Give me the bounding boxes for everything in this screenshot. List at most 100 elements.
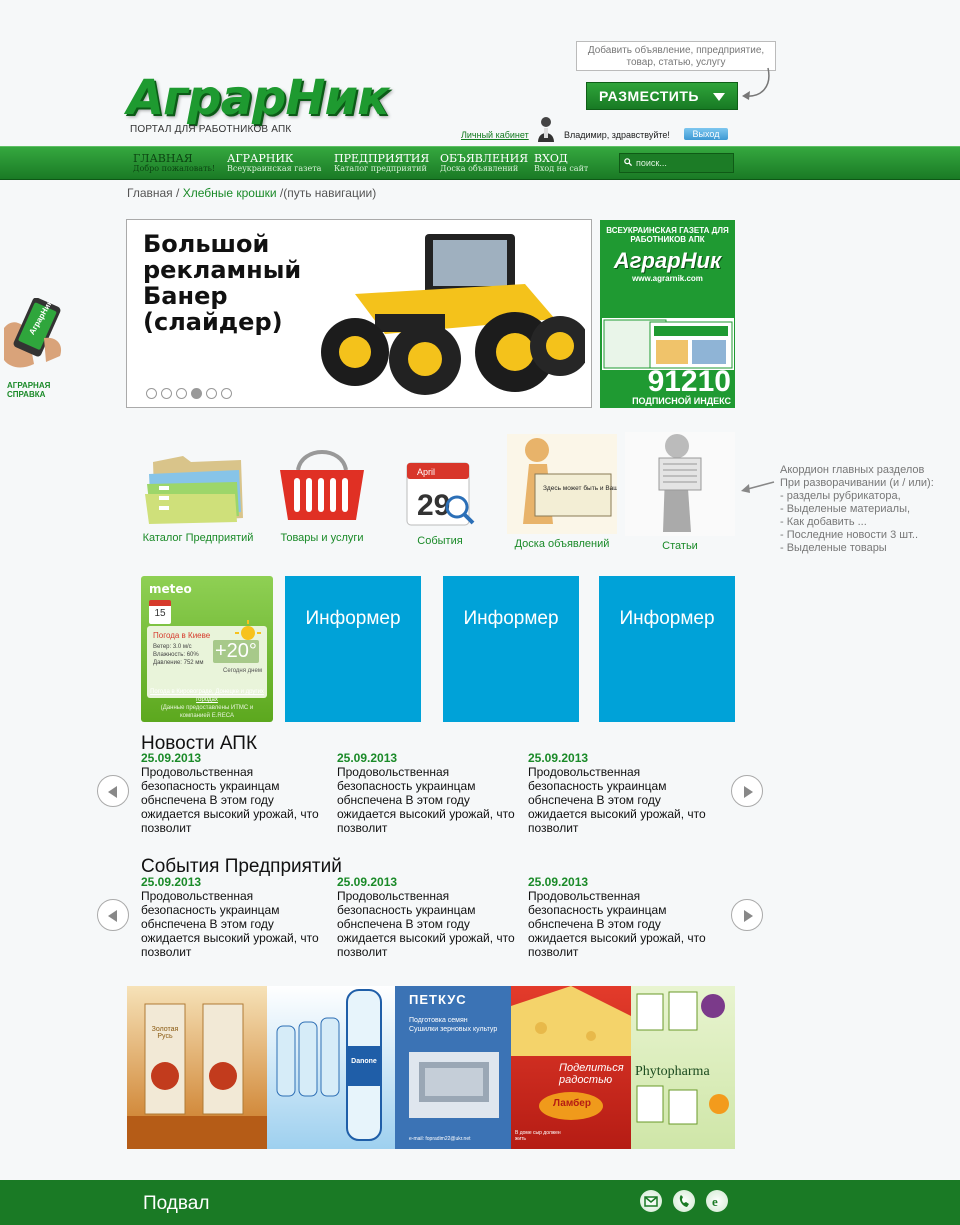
help-label[interactable]: АГРАРНАЯ СПРАВКА	[7, 381, 50, 399]
news-text: Продовольственная безопасность украинцам…	[337, 765, 515, 835]
news-text: Продовольственная безопасность украинцам…	[141, 765, 319, 835]
nav-item-title: ВХОД	[534, 152, 568, 165]
slider-dot[interactable]	[191, 388, 202, 399]
meteo-links[interactable]: Погода в Кировограде, Донецке и других г…	[145, 688, 269, 720]
nav-item-title: ПРЕДПРИЯТИЯ	[334, 152, 430, 165]
ad-lamber-brand: Ламбер	[553, 1098, 591, 1109]
ad-lamber[interactable]: Поделиться радостью Ламбер В доме сыр до…	[511, 986, 631, 1149]
meteo-city[interactable]: Погода в Киеве	[153, 631, 210, 640]
mail-icon[interactable]	[640, 1190, 662, 1212]
board-icon: Здесь может быть и Ваше Объявление	[507, 434, 617, 534]
ad-petkus-subtitle: Подготовка семян Сушилки зерновых культу…	[409, 1017, 498, 1033]
section-events[interactable]: April 29 События	[384, 455, 496, 547]
ad-petkus[interactable]: ПЕТКУС Подготовка семян Сушилки зерновых…	[395, 986, 511, 1149]
informer-3[interactable]: Информер	[599, 576, 735, 722]
breadcrumb-crumbs[interactable]: Хлебные крошки	[183, 186, 277, 200]
annotation-arrow-icon	[741, 481, 775, 493]
main-nav: ГЛАВНАЯ Добро пожаловать! АГРАРНИК Всеук…	[0, 146, 960, 180]
news-item[interactable]: 25.09.2013 Продовольственная безопасност…	[141, 751, 321, 835]
phone-icon[interactable]	[673, 1190, 695, 1212]
news-next-button[interactable]	[731, 775, 763, 807]
ad-danone-label: Danone	[351, 1058, 377, 1065]
events-prev-button[interactable]	[97, 899, 129, 931]
section-articles[interactable]: Статьи	[625, 432, 735, 552]
event-item[interactable]: 25.09.2013 Продовольственная безопасност…	[337, 875, 517, 959]
help-phone-icon[interactable]: АграрНик	[4, 298, 74, 370]
event-text: Продовольственная безопасность украинцам…	[337, 889, 515, 959]
site-logo[interactable]: АграрНик	[127, 70, 390, 126]
nav-item-subtitle: Доска объявлений	[440, 164, 519, 173]
slider-dots	[146, 388, 232, 399]
nav-item-subtitle: Каталог предприятий	[334, 164, 427, 173]
meteo-details: Ветер: 3.0 м/с Влажность: 60% Давление: …	[153, 644, 204, 666]
nav-item-home[interactable]: ГЛАВНАЯ Добро пожаловать!	[133, 153, 215, 174]
help-label-line1: АГРАРНАЯ	[7, 381, 51, 390]
ad-phytopharma-label: Phytopharma	[635, 1064, 710, 1079]
user-avatar	[538, 117, 554, 142]
news-prev-button[interactable]	[97, 775, 129, 807]
newspaper-stack-image	[602, 318, 734, 370]
search-input[interactable]: поиск...	[619, 153, 734, 173]
slider-dot[interactable]	[206, 388, 217, 399]
browser-icon[interactable]: e	[706, 1190, 728, 1212]
banner-slider[interactable]: Большой рекламный Банер (слайдер)	[126, 219, 592, 408]
newspaper-ad-heading: ВСЕУКРАИНСКАЯ ГАЗЕТА ДЛЯ РАБОТНИКОВ АПК	[606, 226, 729, 244]
banner-text: Большой рекламный Банер (слайдер)	[143, 230, 302, 336]
news-item[interactable]: 25.09.2013 Продовольственная безопасност…	[528, 751, 708, 835]
ad-lamber-slogan: Поделиться радостью	[559, 1062, 624, 1086]
newspaper-ad-brand: АграрНик	[613, 248, 722, 273]
news-date: 25.09.2013	[528, 751, 589, 765]
section-goods[interactable]: Товары и услуги	[263, 442, 381, 544]
section-label: Статьи	[662, 540, 698, 552]
slider-dot[interactable]	[221, 388, 232, 399]
informer-1[interactable]: Информер	[285, 576, 421, 722]
weather-widget[interactable]: meteo 15 Погода в Киеве Ветер: 3.0 м/с В…	[141, 576, 273, 722]
section-label: Каталог Предприятий	[142, 532, 254, 544]
folders-icon	[145, 456, 243, 524]
news-date: 25.09.2013	[337, 751, 398, 765]
nav-item-subtitle: Добро пожаловать!	[133, 164, 216, 173]
breadcrumb-home[interactable]: Главная	[127, 186, 173, 200]
nav-item-agrarnik[interactable]: АГРАРНИК Всеукраинская газета	[227, 153, 321, 174]
help-label-line2: СПРАВКА	[7, 390, 46, 399]
meteo-cities-link[interactable]: Погода в Кировограде, Донецке и других г…	[145, 688, 269, 704]
event-text: Продовольственная безопасность украинцам…	[141, 889, 319, 959]
logout-button[interactable]: Выход	[684, 128, 728, 140]
yogurt-bottles-image	[276, 989, 382, 1141]
ad-petkus-title: ПЕТКУС	[409, 992, 467, 1007]
section-board[interactable]: Здесь может быть и Ваше Объявление Доска…	[503, 434, 621, 550]
events-next-button[interactable]	[731, 899, 763, 931]
nav-item-title: ОБЪЯВЛЕНИЯ	[440, 152, 529, 165]
slider-dot[interactable]	[176, 388, 187, 399]
newspaper-ad[interactable]: ВСЕУКРАИНСКАЯ ГАЗЕТА ДЛЯ РАБОТНИКОВ АПК …	[600, 220, 735, 408]
ad-danone[interactable]: Danone	[267, 986, 395, 1149]
ad-phytopharma[interactable]: Phytopharma	[631, 986, 735, 1149]
search-placeholder: поиск...	[636, 158, 667, 168]
event-item[interactable]: 25.09.2013 Продовольственная безопасност…	[141, 875, 321, 959]
breadcrumb-separator: /	[172, 186, 183, 200]
tooltip-arrow-icon	[742, 67, 770, 100]
nav-item-title: ГЛАВНАЯ	[133, 152, 193, 165]
event-date: 25.09.2013	[141, 875, 202, 889]
footer: Подвал e	[0, 1180, 960, 1225]
subscription-number: 91210	[647, 365, 731, 398]
meteo-today: Сегодня днем	[223, 668, 262, 674]
news-item[interactable]: 25.09.2013 Продовольственная безопасност…	[337, 751, 517, 835]
nav-item-ads[interactable]: ОБЪЯВЛЕНИЯ Доска объявлений	[440, 153, 528, 174]
nav-item-subtitle: Вход на сайт	[534, 164, 589, 173]
footer-label: Подвал	[143, 1193, 210, 1214]
slider-dot[interactable]	[146, 388, 157, 399]
informer-2[interactable]: Информер	[443, 576, 579, 722]
nav-item-login[interactable]: ВХОД Вход на сайт	[534, 153, 588, 174]
slider-dot[interactable]	[161, 388, 172, 399]
section-label: События	[417, 535, 463, 547]
place-button-label: РАЗМЕСТИТЬ	[599, 88, 699, 104]
place-button[interactable]: РАЗМЕСТИТЬ	[586, 82, 738, 110]
ad-zolotaya-rus[interactable]: Золотая Русь	[127, 986, 267, 1149]
section-catalog[interactable]: Каталог Предприятий	[133, 442, 263, 544]
event-item[interactable]: 25.09.2013 Продовольственная безопасност…	[528, 875, 708, 959]
nav-item-subtitle: Всеукраинская газета	[227, 164, 322, 173]
cabinet-link[interactable]: Личный кабинет	[461, 130, 529, 140]
ad-petkus-email: e-mail: fopradim22@ukr.net	[409, 1136, 471, 1142]
nav-item-enterprises[interactable]: ПРЕДПРИЯТИЯ Каталог предприятий	[334, 153, 429, 174]
